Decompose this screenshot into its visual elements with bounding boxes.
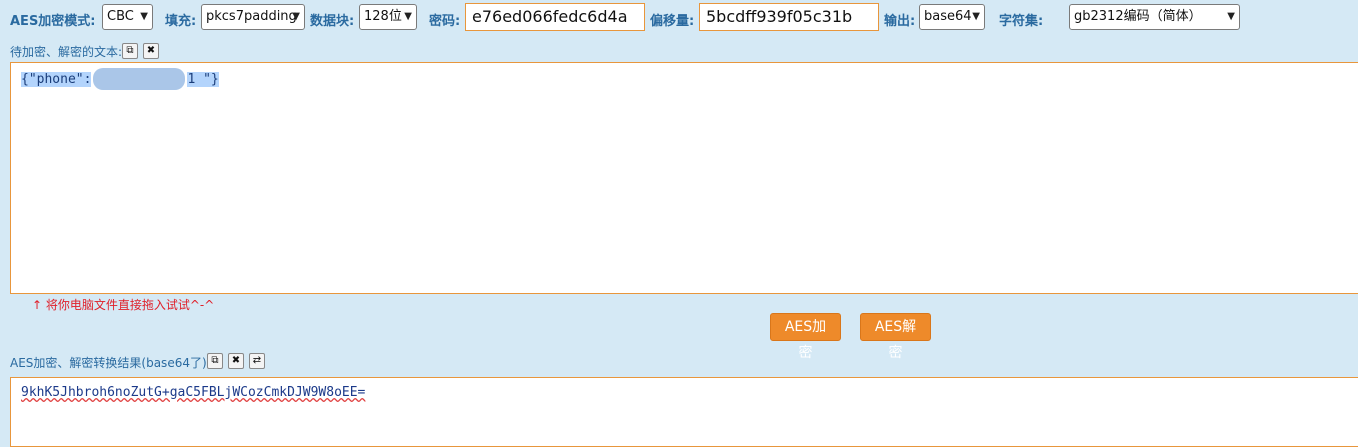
output-select[interactable]: base64 ▼ [919, 4, 985, 30]
block-select-value: 128位 [364, 9, 402, 24]
chevron-down-icon: ▼ [292, 11, 300, 22]
redacted-value [93, 68, 186, 90]
input-text-start: {"phone": [21, 71, 92, 87]
input-textarea[interactable]: {"phone": 1 "} [10, 62, 1358, 294]
iv-input[interactable]: 5bcdff939f05c31b [699, 3, 879, 31]
encrypt-button[interactable]: AES加密 [770, 313, 841, 361]
close-icon[interactable]: ✖ [143, 43, 159, 59]
padding-label: 填充: [165, 14, 197, 29]
charset-select[interactable]: gb2312编码（简体） ▼ [1069, 4, 1240, 30]
mode-label: AES加密模式: [10, 14, 96, 29]
input-label: 待加密、解密的文本: [10, 45, 123, 59]
mode-select[interactable]: CBC ▼ [102, 4, 153, 30]
swap-icon[interactable]: ⇄ [249, 353, 265, 369]
copy-icon[interactable]: ⧉ [122, 43, 138, 59]
iv-label: 偏移量: [650, 14, 695, 29]
copy-icon[interactable]: ⧉ [207, 353, 223, 369]
output-result-text: 9khK5Jhbroh6noZutG+gaC5FBLjWCozCmkDJW9W8… [21, 385, 366, 400]
key-input[interactable]: e76ed066fedc6d4a [465, 3, 645, 31]
output-text: 9khK5Jhbroh6noZutG+gaC5FBLjWCozCmkDJW9W8… [21, 383, 365, 403]
output-result-label: AES加密、解密转换结果(base64了): [10, 356, 211, 370]
padding-select-value: pkcs7padding [206, 9, 297, 24]
drag-hint: ↑ 将你电脑文件直接拖入试试^-^ [32, 298, 215, 312]
block-label: 数据块: [310, 14, 355, 29]
padding-select[interactable]: pkcs7padding ▼ [201, 4, 305, 30]
input-text-end: 1 "} [187, 71, 219, 87]
output-label: 输出: [884, 14, 916, 29]
key-label: 密码: [429, 14, 461, 29]
decrypt-button[interactable]: AES解密 [860, 313, 931, 361]
chevron-down-icon: ▼ [972, 11, 980, 22]
block-select[interactable]: 128位 ▼ [359, 4, 417, 30]
output-textarea[interactable]: 9khK5Jhbroh6noZutG+gaC5FBLjWCozCmkDJW9W8… [10, 377, 1358, 447]
close-icon[interactable]: ✖ [228, 353, 244, 369]
output-select-value: base64 [924, 9, 972, 24]
chevron-down-icon: ▼ [404, 11, 412, 22]
charset-label: 字符集: [999, 14, 1044, 29]
input-text: {"phone": 1 "} [21, 68, 219, 90]
charset-select-value: gb2312编码（简体） [1074, 9, 1202, 24]
mode-select-value: CBC [107, 9, 134, 24]
chevron-down-icon: ▼ [140, 11, 148, 22]
chevron-down-icon: ▼ [1227, 11, 1235, 22]
